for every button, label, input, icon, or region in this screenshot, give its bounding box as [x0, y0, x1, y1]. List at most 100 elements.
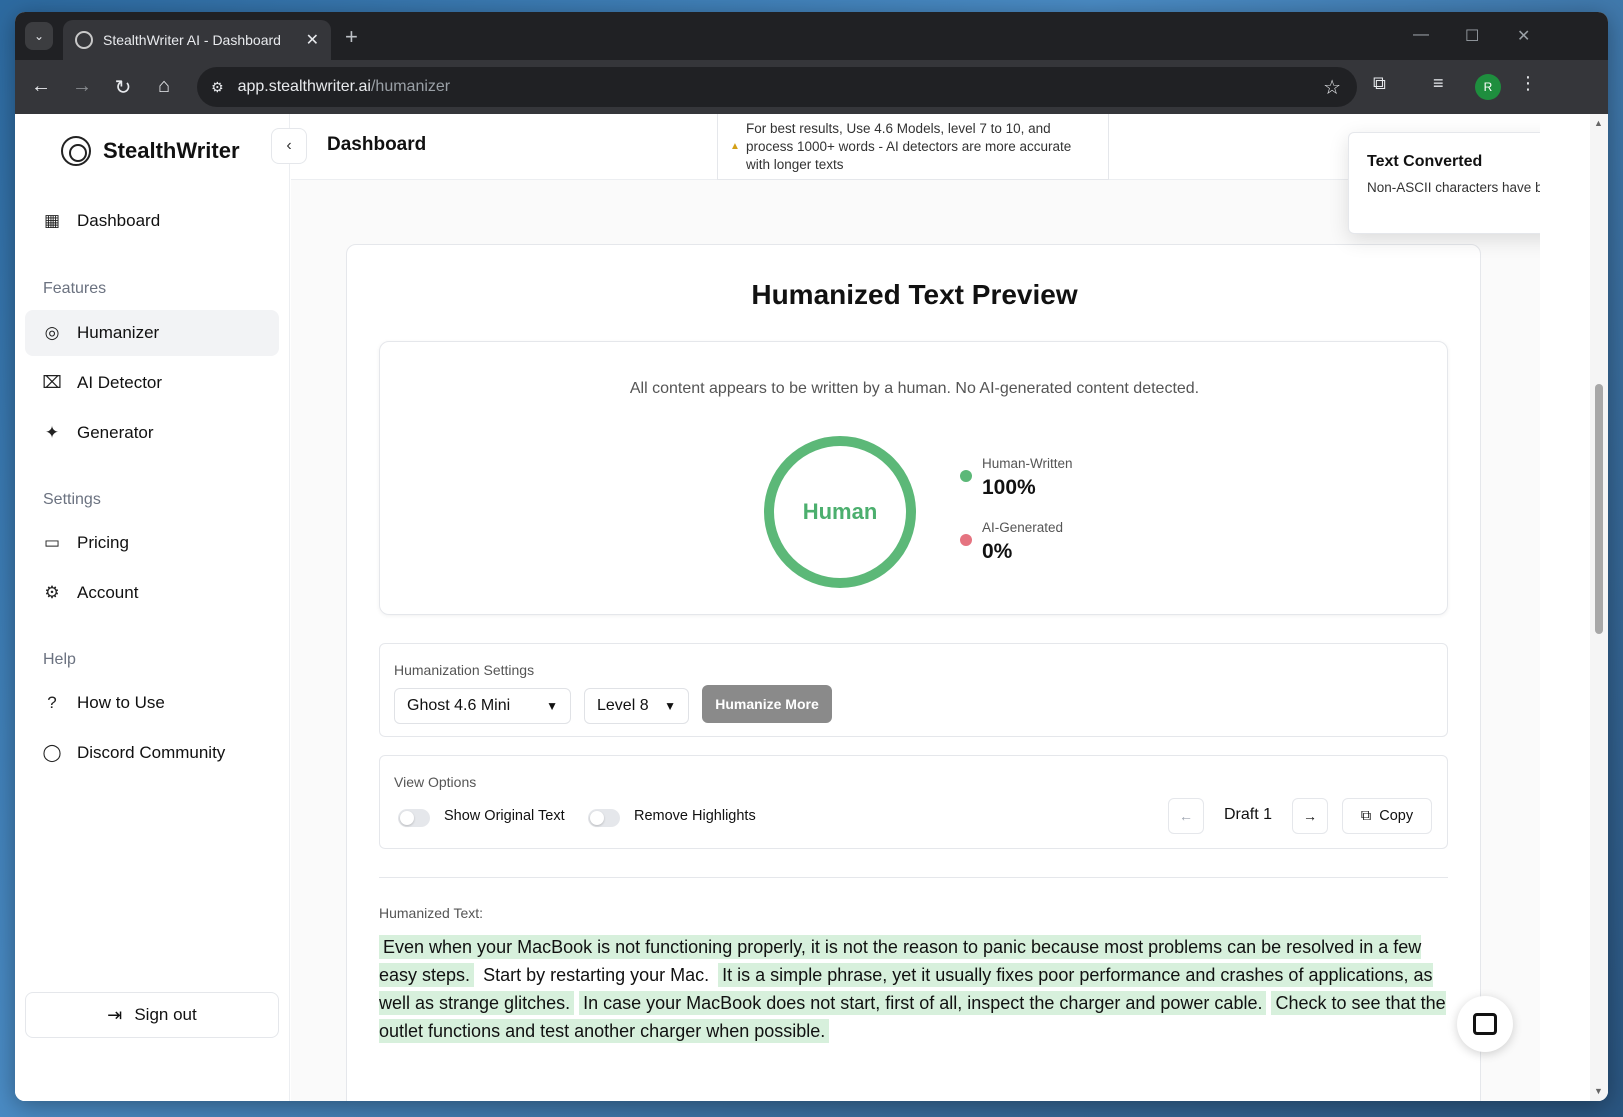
next-draft-button[interactable]: → [1292, 798, 1328, 834]
brain-logo-icon [61, 136, 91, 166]
help-circle-icon: ? [47, 693, 57, 712]
tip-banner: ▲ For best results, Use 4.6 Models, leve… [717, 114, 1109, 180]
brand-name: StealthWriter [103, 138, 240, 163]
magic-wand-icon: ✦ [44, 423, 60, 442]
sidebar-item-discord[interactable]: ◯ Discord Community [25, 730, 279, 776]
extensions-icon[interactable]: ⧉ [1373, 73, 1386, 94]
sidebar-item-label: How to Use [77, 693, 165, 712]
view-options: View Options Show Original Text Remove H… [379, 755, 1448, 849]
main-content: Dashboard ▲ For best results, Use 4.6 Mo… [291, 114, 1540, 1101]
humanization-settings: Humanization Settings Ghost 4.6 Mini ▼ L… [379, 643, 1448, 737]
robot-icon: ⌧ [42, 373, 62, 392]
remove-highlights-label: Remove Highlights [634, 808, 756, 824]
close-window-icon[interactable]: ✕ [1517, 26, 1530, 46]
browser-tab[interactable]: StealthWriter AI - Dashboard ✕ [63, 20, 331, 60]
maximize-icon[interactable]: ☐ [1465, 26, 1479, 46]
sidebar-item-humanizer[interactable]: ◎ Humanizer [25, 310, 279, 356]
sidebar-item-label: Dashboard [77, 211, 161, 230]
section-settings: Settings [43, 491, 101, 508]
divider [379, 877, 1448, 878]
sidebar-item-ai-detector[interactable]: ⌧ AI Detector [25, 360, 279, 406]
home-icon[interactable]: ⌂ [152, 75, 176, 98]
remove-highlights-toggle[interactable] [588, 809, 620, 827]
sidebar-item-label: Humanizer [77, 323, 160, 342]
preview-title: Humanized Text Preview [751, 279, 1078, 310]
app-root: StealthWriter ▦ Dashboard Features ◎ Hum… [15, 114, 1608, 1101]
bookmark-star-icon[interactable]: ☆ [1323, 75, 1341, 100]
humanize-more-button[interactable]: Humanize More [702, 685, 832, 723]
close-tab-icon[interactable]: ✕ [306, 30, 319, 50]
new-tab-button[interactable]: + [345, 24, 358, 50]
scroll-down-icon[interactable]: ▼ [1594, 1086, 1603, 1096]
chat-bubble-icon: ◯ [42, 743, 62, 762]
tab-title: StealthWriter AI - Dashboard [103, 32, 281, 48]
back-icon[interactable]: ← [29, 75, 53, 98]
logout-icon: ⇥ [107, 1004, 123, 1025]
preview-card: Humanized Text Preview All content appea… [346, 244, 1481, 1101]
view-options-label: View Options [394, 774, 477, 790]
gear-icon: ⚙ [44, 583, 60, 602]
sidebar: StealthWriter ▦ Dashboard Features ◎ Hum… [15, 114, 290, 1101]
minimize-icon[interactable]: — [1413, 26, 1429, 44]
sidebar-item-label: Pricing [77, 533, 129, 552]
grid-icon: ▦ [43, 211, 61, 230]
profile-avatar[interactable]: R [1475, 74, 1501, 100]
scroll-up-icon[interactable]: ▲ [1594, 118, 1603, 128]
humanized-text-label: Humanized Text: [379, 905, 484, 921]
credit-card-icon: ▭ [43, 533, 61, 552]
tab-search-button[interactable]: ⌄ [25, 22, 53, 50]
browser-menu-icon[interactable]: ⋮ [1519, 73, 1537, 94]
chevron-down-icon: ▼ [546, 699, 558, 713]
section-features: Features [43, 280, 107, 297]
sidebar-item-label: AI Detector [77, 373, 163, 392]
model-select[interactable]: Ghost 4.6 Mini ▼ [394, 688, 571, 724]
detection-result: All content appears to be written by a h… [379, 341, 1448, 615]
donut-label: Human [802, 499, 878, 524]
favicon-icon [75, 31, 93, 49]
scrollbar-thumb[interactable] [1595, 384, 1603, 634]
show-original-toggle[interactable] [398, 809, 430, 827]
sidebar-item-dashboard[interactable]: ▦ Dashboard [25, 198, 279, 244]
page-scrollbar[interactable]: ▲ ▼ [1590, 114, 1608, 1101]
fingerprint-icon: ◎ [44, 323, 60, 342]
arrow-left-icon: ← [1179, 808, 1193, 824]
copy-button[interactable]: ⧉ Copy [1342, 798, 1432, 834]
collapse-sidebar-button[interactable]: ‹ [271, 128, 307, 164]
previous-draft-button[interactable]: ← [1168, 798, 1204, 834]
section-help: Help [43, 651, 76, 668]
forward-icon[interactable]: → [70, 75, 94, 98]
plain-sentence: Start by restarting your Mac. [483, 965, 710, 985]
level-select[interactable]: Level 8 ▼ [584, 688, 689, 724]
support-chat-button[interactable] [1457, 996, 1513, 1052]
media-control-icon[interactable]: ≡ [1433, 73, 1444, 94]
humanized-text[interactable]: Even when your MacBook is not functionin… [379, 933, 1454, 1045]
legend-value: 100% [982, 476, 1036, 499]
reload-icon[interactable]: ↻ [111, 75, 135, 100]
sidebar-item-how-to-use[interactable]: ? How to Use [25, 680, 279, 726]
browser-window: ⌄ StealthWriter AI - Dashboard ✕ + — ☐ ✕… [15, 12, 1608, 1101]
sidebar-item-label: Account [77, 583, 139, 602]
draft-indicator: Draft 1 [1224, 806, 1273, 823]
legend-label: AI-Generated [982, 520, 1064, 535]
highlighted-sentence: In case your MacBook does not start, fir… [579, 991, 1267, 1015]
show-original-label: Show Original Text [444, 808, 565, 824]
copy-icon: ⧉ [1360, 808, 1372, 824]
address-bar[interactable]: ⚙ app.stealthwriter.ai/humanizer ☆ [197, 67, 1357, 107]
legend-dot-human [960, 470, 972, 482]
url-host: app.stealthwriter.ai [237, 78, 371, 95]
model-value: Ghost 4.6 Mini [407, 697, 511, 714]
toast-title: Text Converted [1367, 153, 1483, 170]
page-title: Dashboard [327, 134, 427, 155]
brand[interactable]: StealthWriter [61, 136, 240, 166]
url-path: /humanizer [370, 78, 451, 95]
sidebar-item-pricing[interactable]: ▭ Pricing [25, 520, 279, 566]
sign-out-label: Sign out [134, 1005, 197, 1024]
legend-dot-ai [960, 534, 972, 546]
chat-icon [1473, 1013, 1497, 1035]
site-info-icon[interactable]: ⚙ [211, 79, 224, 96]
sign-out-button[interactable]: ⇥ Sign out [25, 992, 279, 1038]
sidebar-item-generator[interactable]: ✦ Generator [25, 410, 279, 456]
toast-description: Non-ASCII characters have been converted… [1367, 180, 1540, 195]
sidebar-item-account[interactable]: ⚙ Account [25, 570, 279, 616]
level-value: Level 8 [597, 697, 649, 714]
